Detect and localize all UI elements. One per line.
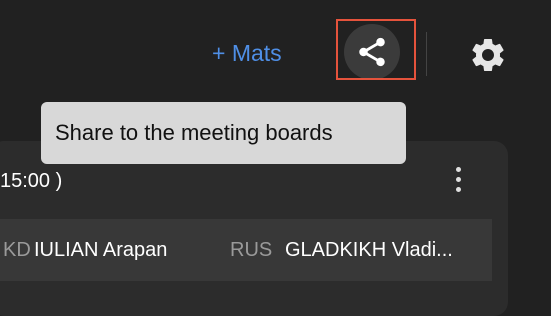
share-icon	[359, 37, 385, 67]
settings-button[interactable]	[468, 35, 508, 75]
more-options-button[interactable]	[444, 164, 474, 196]
more-vertical-icon-dot	[456, 177, 461, 182]
add-mats-button[interactable]: + Mats	[212, 40, 282, 67]
card-time-label: 15:00 )	[0, 170, 63, 192]
share-button[interactable]	[344, 24, 400, 80]
share-tooltip: Share to the meeting boards	[41, 102, 406, 164]
toolbar-divider	[426, 32, 427, 76]
top-bar: + Mats	[0, 0, 551, 110]
right-competitor-name: GLADKIKH Vladi...	[285, 239, 453, 261]
left-competitor-name: IULIAN Arapan	[34, 239, 168, 261]
more-vertical-icon-dot	[456, 187, 461, 192]
more-vertical-icon	[456, 167, 461, 172]
gear-icon	[472, 38, 504, 71]
match-row[interactable]: KD IULIAN Arapan RUS GLADKIKH Vladi...	[0, 219, 492, 281]
right-country-code: RUS	[230, 239, 273, 261]
left-country-code: KD	[3, 239, 31, 261]
